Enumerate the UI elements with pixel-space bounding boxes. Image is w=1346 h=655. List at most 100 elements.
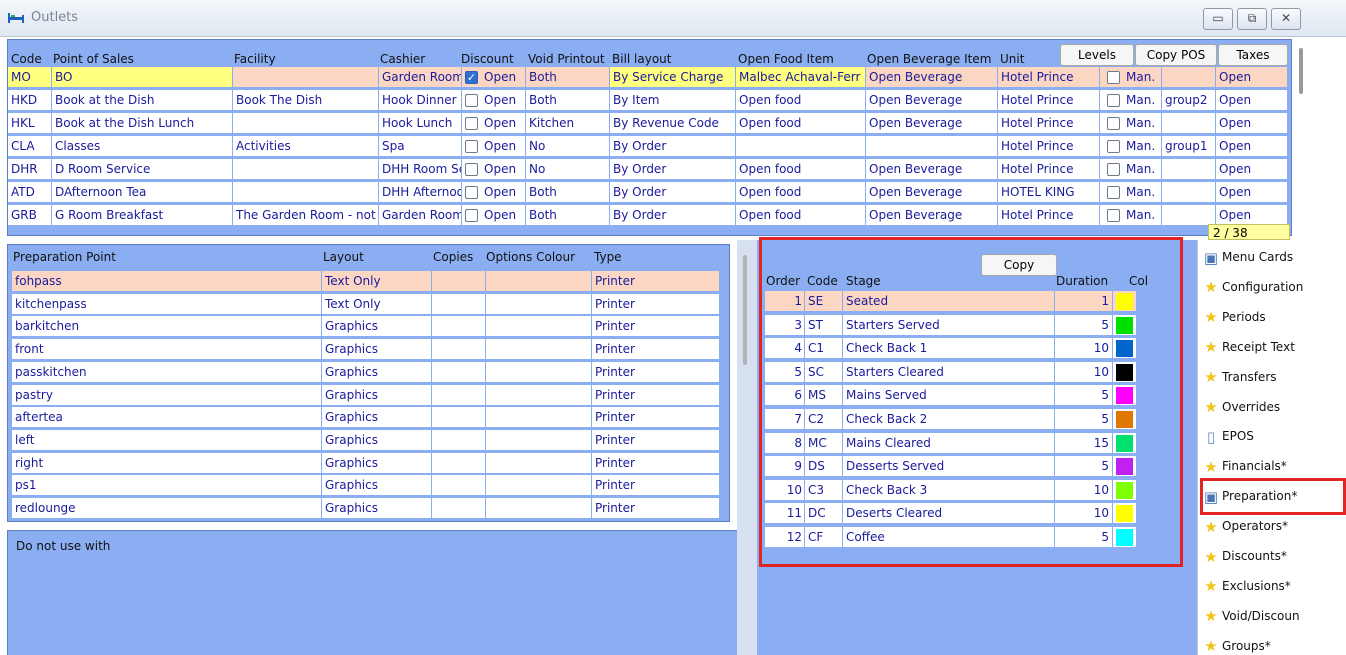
table-cell[interactable]: Man.	[1100, 159, 1162, 180]
table-cell[interactable]: Printer	[592, 339, 720, 361]
stage-duration-cell[interactable]: 10	[1055, 479, 1113, 501]
table-cell[interactable]: By Order	[610, 136, 736, 157]
table-cell[interactable]: By Revenue Code	[610, 113, 736, 134]
side-menu-item[interactable]: ★ Operators*	[1202, 512, 1314, 540]
table-cell[interactable]: Malbec Achaval-Ferr	[736, 67, 866, 88]
table-cell[interactable]: Open	[462, 182, 526, 203]
table-cell[interactable]: DHH Room Se	[379, 159, 462, 180]
stage-color-cell[interactable]	[1113, 385, 1137, 407]
stage-name-cell[interactable]: Deserts Cleared	[843, 503, 1055, 525]
table-cell[interactable]	[486, 271, 592, 292]
table-cell[interactable]: D Room Service	[52, 159, 233, 180]
table-cell[interactable]: By Order	[610, 205, 736, 226]
table-cell[interactable]: kitchenpass	[12, 293, 322, 315]
table-cell[interactable]: Open food	[736, 113, 866, 134]
table-cell[interactable]: By Order	[610, 182, 736, 203]
table-cell[interactable]: Open	[1216, 90, 1288, 111]
table-cell[interactable]	[432, 429, 486, 451]
table-cell[interactable]	[486, 339, 592, 361]
table-cell[interactable]: Hotel Prince	[998, 67, 1100, 88]
table-cell[interactable]: Printer	[592, 271, 720, 292]
table-cell[interactable]: Printer	[592, 384, 720, 406]
stage-color-cell[interactable]	[1113, 503, 1137, 525]
table-cell[interactable]	[432, 271, 486, 292]
table-cell[interactable]: Man.	[1100, 67, 1162, 88]
table-cell[interactable]: Open	[1216, 205, 1288, 226]
manual-checkbox[interactable]	[1107, 94, 1120, 107]
table-cell[interactable]: ps1	[12, 475, 322, 497]
color-swatch[interactable]	[1116, 529, 1133, 546]
table-cell[interactable]: Graphics	[322, 361, 432, 383]
table-cell[interactable]: Book at the Dish	[52, 90, 233, 111]
stage-color-cell[interactable]	[1113, 432, 1137, 454]
table-cell[interactable]: Printer	[592, 316, 720, 338]
table-cell[interactable]	[486, 407, 592, 429]
discount-checkbox[interactable]	[465, 140, 478, 153]
stage-color-cell[interactable]	[1113, 314, 1137, 336]
table-cell[interactable]	[1162, 182, 1216, 203]
table-cell[interactable]: redlounge	[12, 498, 322, 519]
table-cell[interactable]	[1162, 159, 1216, 180]
table-cell[interactable]: HKD	[8, 90, 52, 111]
stage-order-cell[interactable]: 7	[765, 409, 805, 430]
table-cell[interactable]: By Order	[610, 159, 736, 180]
table-cell[interactable]: By Item	[610, 90, 736, 111]
stage-duration-cell[interactable]: 15	[1055, 432, 1113, 454]
table-cell[interactable]	[866, 136, 998, 157]
stage-duration-cell[interactable]: 5	[1055, 409, 1113, 430]
table-cell[interactable]: Printer	[592, 475, 720, 497]
table-cell[interactable]: Printer	[592, 361, 720, 383]
table-cell[interactable]: Man.	[1100, 182, 1162, 203]
table-cell[interactable]: Open food	[736, 159, 866, 180]
table-cell[interactable]: Printer	[592, 498, 720, 519]
table-cell[interactable]: No	[526, 159, 610, 180]
stage-code-cell[interactable]: CF	[805, 527, 843, 548]
stage-duration-cell[interactable]: 1	[1055, 291, 1113, 312]
table-cell[interactable]: Hook Lunch	[379, 113, 462, 134]
table-cell[interactable]: G Room Breakfast	[52, 205, 233, 226]
color-swatch[interactable]	[1116, 293, 1133, 310]
stage-duration-cell[interactable]: 10	[1055, 338, 1113, 360]
color-swatch[interactable]	[1116, 458, 1133, 476]
stage-code-cell[interactable]: C1	[805, 338, 843, 360]
manual-checkbox[interactable]	[1107, 209, 1120, 222]
table-cell[interactable]	[486, 475, 592, 497]
stage-name-cell[interactable]: Mains Served	[843, 385, 1055, 407]
table-cell[interactable]: Open food	[736, 182, 866, 203]
table-cell[interactable]	[1162, 67, 1216, 88]
table-cell[interactable]	[486, 384, 592, 406]
table-cell[interactable]: Garden Room	[379, 67, 462, 88]
stage-code-cell[interactable]: MC	[805, 432, 843, 454]
table-cell[interactable]: Open Beverage	[866, 67, 998, 88]
table-cell[interactable]: DAfternoon Tea	[52, 182, 233, 203]
stage-name-cell[interactable]: Seated	[843, 291, 1055, 312]
color-swatch[interactable]	[1116, 340, 1133, 358]
table-cell[interactable]: Hotel Prince	[998, 159, 1100, 180]
table-cell[interactable]	[233, 113, 379, 134]
stage-color-cell[interactable]	[1113, 338, 1137, 360]
table-cell[interactable]: Both	[526, 205, 610, 226]
table-cell[interactable]: Open food	[736, 205, 866, 226]
stage-code-cell[interactable]: C3	[805, 479, 843, 501]
stage-code-cell[interactable]: C2	[805, 409, 843, 430]
discount-checkbox[interactable]	[465, 163, 478, 176]
color-swatch[interactable]	[1116, 387, 1133, 405]
table-cell[interactable]: Book The Dish	[233, 90, 379, 111]
color-swatch[interactable]	[1116, 505, 1133, 523]
table-cell[interactable]: Hook Dinner	[379, 90, 462, 111]
manual-checkbox[interactable]	[1107, 117, 1120, 130]
table-cell[interactable]: Both	[526, 182, 610, 203]
table-cell[interactable]: MO	[8, 67, 52, 88]
stage-code-cell[interactable]: MS	[805, 385, 843, 407]
stage-color-cell[interactable]	[1113, 409, 1137, 430]
stage-name-cell[interactable]: Check Back 2	[843, 409, 1055, 430]
table-cell[interactable]: Graphics	[322, 429, 432, 451]
table-cell[interactable]	[486, 429, 592, 451]
table-cell[interactable]	[486, 361, 592, 383]
stage-order-cell[interactable]: 11	[765, 503, 805, 525]
stage-duration-cell[interactable]: 10	[1055, 503, 1113, 525]
table-cell[interactable]: HKL	[8, 113, 52, 134]
table-cell[interactable]: Graphics	[322, 384, 432, 406]
table-cell[interactable]: fohpass	[12, 271, 322, 292]
manual-checkbox[interactable]	[1107, 140, 1120, 153]
